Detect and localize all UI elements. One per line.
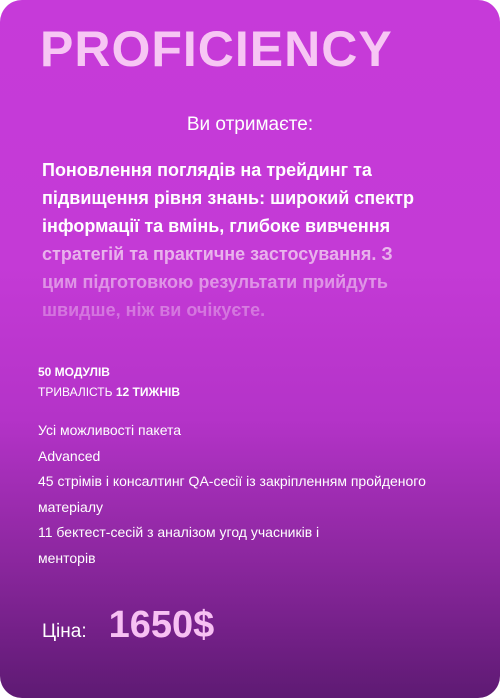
package-card: PROFICIENCY Ви отримаєте: Поновлення пог…	[0, 0, 500, 698]
feature-line: матеріалу	[38, 498, 103, 515]
duration-label: ТРИВАЛІСТЬ	[38, 385, 116, 399]
description-line: Поновлення поглядів на трейдинг та	[42, 160, 372, 180]
description-line: інформації та вмінь, глибоке вивчення	[42, 216, 391, 236]
feature-line: 45 стрімів і консалтинг QA-сесії із закр…	[38, 473, 426, 489]
description-line: стратегій та практичне застосування. З	[42, 244, 393, 264]
description-line: швидше, ніж ви очікуєте.	[42, 300, 266, 320]
package-description: Поновлення поглядів на трейдинг та підви…	[42, 156, 462, 324]
feature-line: менторів	[38, 549, 96, 566]
description-line: підвищення рівня знань: широкий спектр	[42, 188, 414, 208]
feature-line: 11 бектест-сесій з аналізом угод учасник…	[38, 524, 320, 540]
description-line: цим підготовкою результати прийдуть	[42, 272, 388, 292]
package-meta: 50 МОДУЛІВ ТРИВАЛІСТЬ 12 ТИЖНІВ	[38, 362, 180, 402]
price-value: 1650$	[108, 604, 215, 646]
benefits-subtitle: Ви отримаєте:	[186, 114, 314, 135]
feature-line: Усі можливості пакета	[38, 422, 182, 438]
feature-list: Усі можливості пакета Advanced 45 стрімі…	[38, 418, 493, 571]
duration: ТРИВАЛІСТЬ 12 ТИЖНІВ	[38, 382, 180, 402]
price-label: Ціна:	[42, 621, 87, 642]
modules-count: 50 МОДУЛІВ	[38, 365, 110, 379]
package-title: PROFICIENCY	[40, 21, 393, 77]
price-row: Ціна: 1650$	[42, 604, 214, 647]
feature-line: Advanced	[38, 447, 101, 464]
duration-value: 12 ТИЖНІВ	[115, 385, 181, 399]
